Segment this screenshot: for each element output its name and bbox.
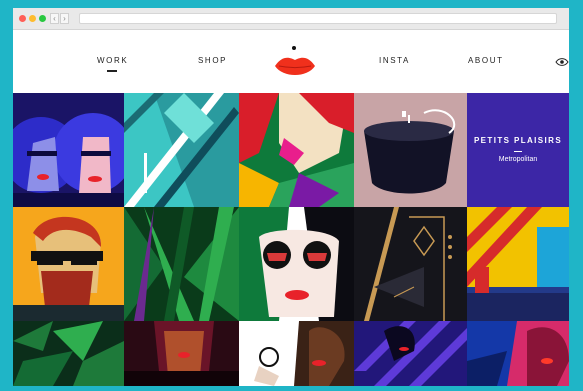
featured-subtitle: Metropolitan: [498, 156, 538, 163]
red-lips-logo[interactable]: [271, 40, 319, 84]
minimize-window-button[interactable]: [29, 15, 36, 22]
browser-toolbar: ‹ ›: [13, 8, 569, 30]
close-window-button[interactable]: [19, 15, 26, 22]
artwork-sunglasses-woman[interactable]: [239, 207, 354, 321]
back-arrow-icon[interactable]: ‹: [50, 13, 59, 24]
featured-title: PETITS PLAISIRS: [473, 136, 563, 145]
title-divider: [514, 151, 522, 152]
nav-insta[interactable]: INSTA: [379, 56, 410, 65]
device-frame: ‹ › WORK SHOP INSTA ABOUT PETITS PLAISIR…: [0, 0, 583, 391]
artwork-jungle-woman[interactable]: [239, 93, 354, 207]
eye-icon[interactable]: [555, 57, 569, 67]
artwork-lipstick[interactable]: [239, 321, 354, 386]
artwork-dark-woman[interactable]: [124, 321, 239, 386]
browser-window: ‹ › WORK SHOP INSTA ABOUT PETITS PLAISIR…: [13, 8, 569, 386]
nav-work[interactable]: WORK: [97, 56, 128, 65]
artwork-art-deco[interactable]: [354, 207, 467, 321]
portfolio-grid: PETITS PLAISIRS Metropolitan: [13, 93, 569, 386]
artwork-striped[interactable]: [354, 321, 467, 386]
artwork-palm-leaves[interactable]: [124, 207, 239, 321]
artwork-leaves[interactable]: [13, 321, 124, 386]
artwork-blue-face[interactable]: [467, 321, 569, 386]
artwork-coffee-cup[interactable]: [354, 93, 467, 207]
nav-about[interactable]: ABOUT: [468, 56, 504, 65]
artwork-interior[interactable]: [467, 207, 569, 321]
nav-shop[interactable]: SHOP: [198, 56, 227, 65]
featured-project-card[interactable]: PETITS PLAISIRS Metropolitan: [467, 93, 569, 207]
site-header: WORK SHOP INSTA ABOUT: [13, 31, 569, 93]
maximize-window-button[interactable]: [39, 15, 46, 22]
artwork-bearded-man[interactable]: [13, 207, 124, 321]
address-bar[interactable]: [79, 13, 557, 24]
active-indicator: [107, 70, 117, 72]
artwork-building[interactable]: [124, 93, 239, 207]
forward-arrow-icon[interactable]: ›: [60, 13, 69, 24]
artwork-astronauts[interactable]: [13, 93, 124, 207]
